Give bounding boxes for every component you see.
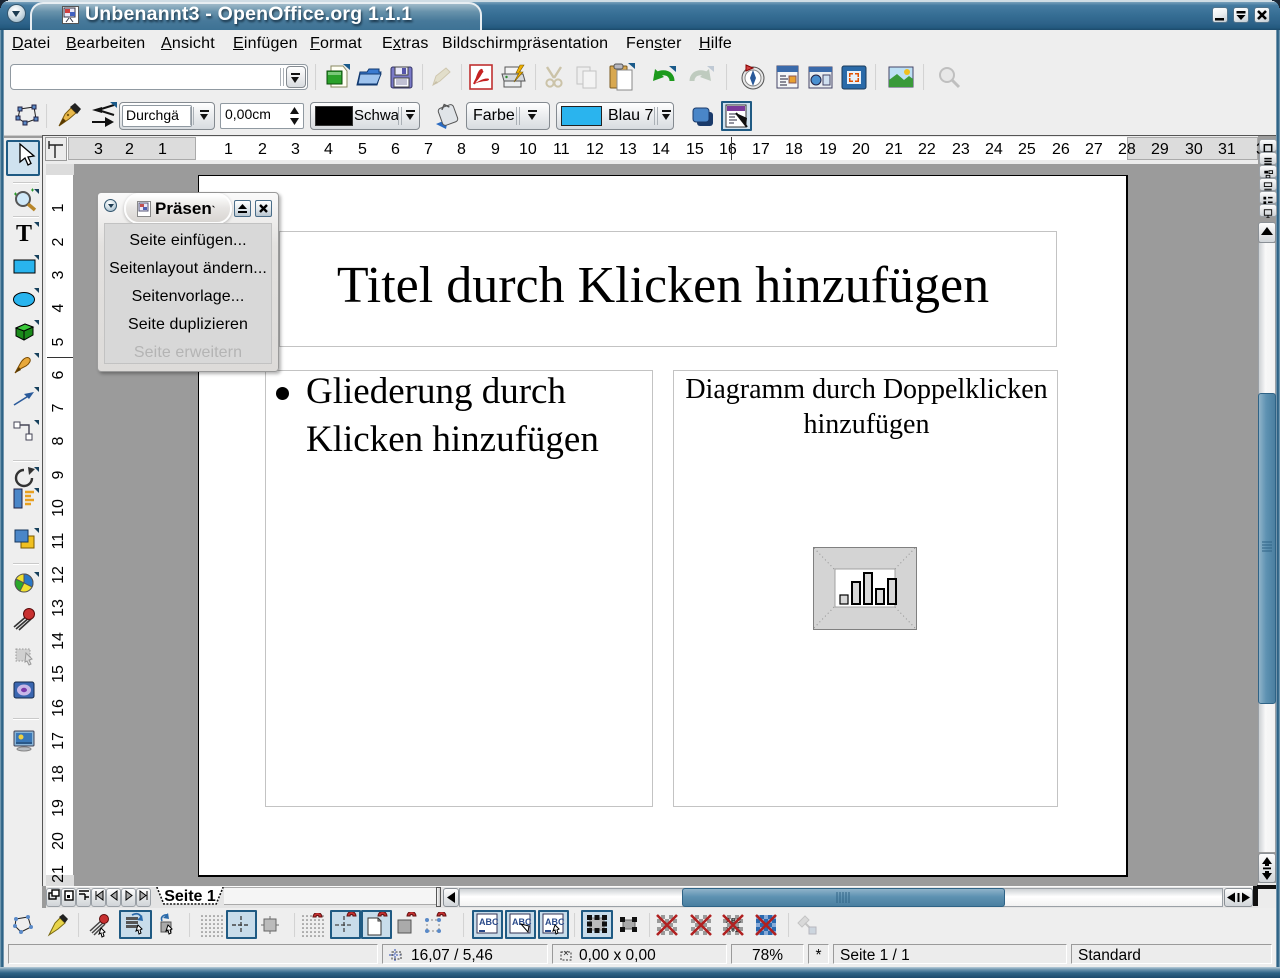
- svg-text:ABC: ABC: [479, 917, 499, 927]
- svg-text:T: T: [16, 221, 32, 247]
